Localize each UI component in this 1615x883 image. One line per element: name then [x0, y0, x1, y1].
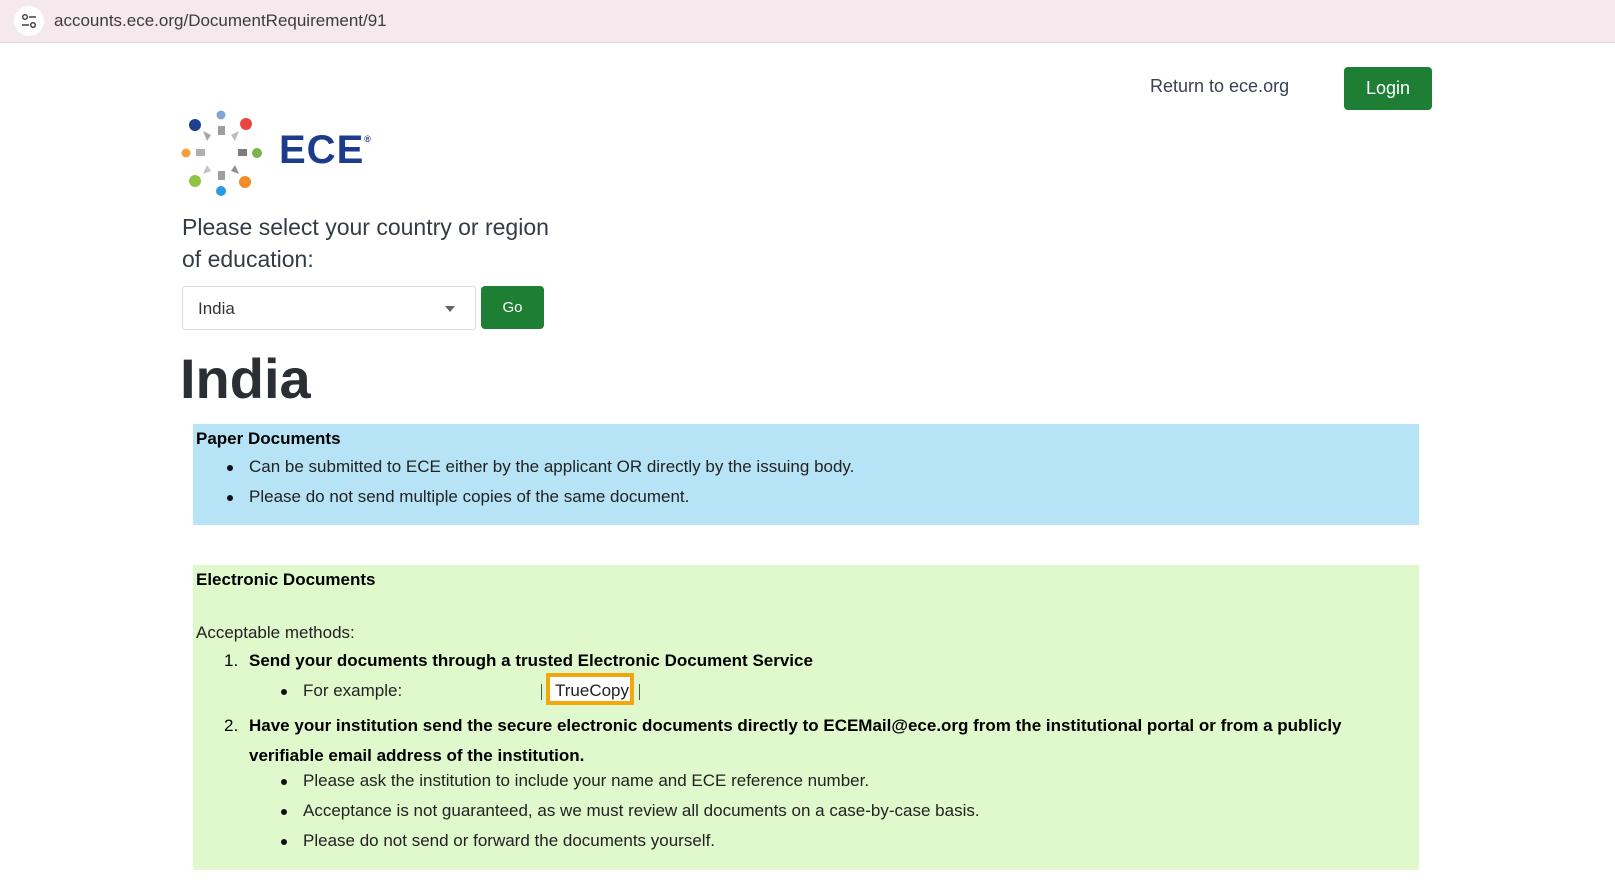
logo-dot: [216, 186, 226, 196]
logo-dot: [181, 148, 191, 158]
list-item: Please do not send or forward the docume…: [280, 831, 716, 850]
browser-address-bar[interactable]: accounts.ece.org/DocumentRequirement/91: [0, 0, 1615, 43]
logo-shape: [203, 165, 211, 174]
paper-documents-heading: Paper Documents: [196, 429, 341, 448]
login-button[interactable]: Login: [1344, 67, 1432, 110]
electronic-documents-heading: Electronic Documents: [196, 570, 376, 589]
country-select[interactable]: India: [182, 286, 476, 330]
page-title: India: [180, 347, 311, 410]
logo-shape: [218, 171, 225, 180]
method-1-title-text: Send your documents through a trusted El…: [249, 651, 813, 670]
go-button[interactable]: Go: [481, 286, 544, 329]
chevron-down-icon: [445, 306, 455, 312]
country-select-value: India: [198, 299, 235, 318]
list-item: Can be submitted to ECE either by the ap…: [226, 457, 855, 476]
return-to-ece-link[interactable]: Return to ece.org: [1150, 76, 1289, 97]
tune-icon[interactable]: [14, 6, 44, 36]
method-2-title-text: Have your institution send the secure el…: [249, 716, 1342, 765]
logo-dot: [216, 110, 226, 120]
logo-shape: [231, 165, 239, 174]
method-2-title: 2. Have your institution send the secure…: [224, 711, 1399, 771]
logo-shape: [203, 131, 211, 141]
logo-dot: [189, 119, 201, 131]
logo-shape: [196, 149, 205, 156]
truecopy-link[interactable]: TrueCopy: [546, 673, 634, 705]
method-1-title: 1. Send your documents through a trusted…: [224, 651, 813, 671]
logo-shape: [231, 131, 239, 141]
logo-wordmark-text: ECE: [279, 128, 365, 172]
logo-shape: [238, 149, 247, 156]
list-item: Please ask the institution to include yo…: [280, 771, 870, 790]
url-text[interactable]: accounts.ece.org/DocumentRequirement/91: [54, 11, 387, 31]
truecopy-link-text: TrueCopy: [555, 681, 630, 700]
ece-logo[interactable]: ECE®: [181, 110, 371, 198]
ece-logo-mark: [181, 110, 262, 196]
list-item: Acceptance is not guaranteed, as we must…: [281, 801, 980, 820]
electronic-documents-panel: Electronic Documents Acceptable methods:…: [193, 565, 1419, 870]
logo-reg-mark: ®: [364, 134, 372, 144]
separator: [541, 684, 542, 700]
list-item: Please do not send multiple copies of th…: [226, 487, 690, 506]
logo-shape: [218, 126, 225, 135]
acceptable-methods-label: Acceptable methods:: [196, 623, 355, 642]
list-item: For example:: [280, 681, 403, 700]
logo-dot: [239, 176, 251, 188]
separator: [639, 684, 640, 700]
logo-dot: [189, 175, 201, 187]
logo-wordmark: ECE®: [279, 128, 372, 173]
paper-documents-panel: Paper Documents Can be submitted to ECE …: [193, 424, 1419, 525]
country-select-prompt: Please select your country or region of …: [182, 214, 549, 272]
method-2-number: 2.: [224, 716, 239, 735]
logo-dot: [240, 118, 252, 130]
logo-dot: [252, 148, 262, 158]
method-1-number: 1.: [224, 651, 239, 670]
